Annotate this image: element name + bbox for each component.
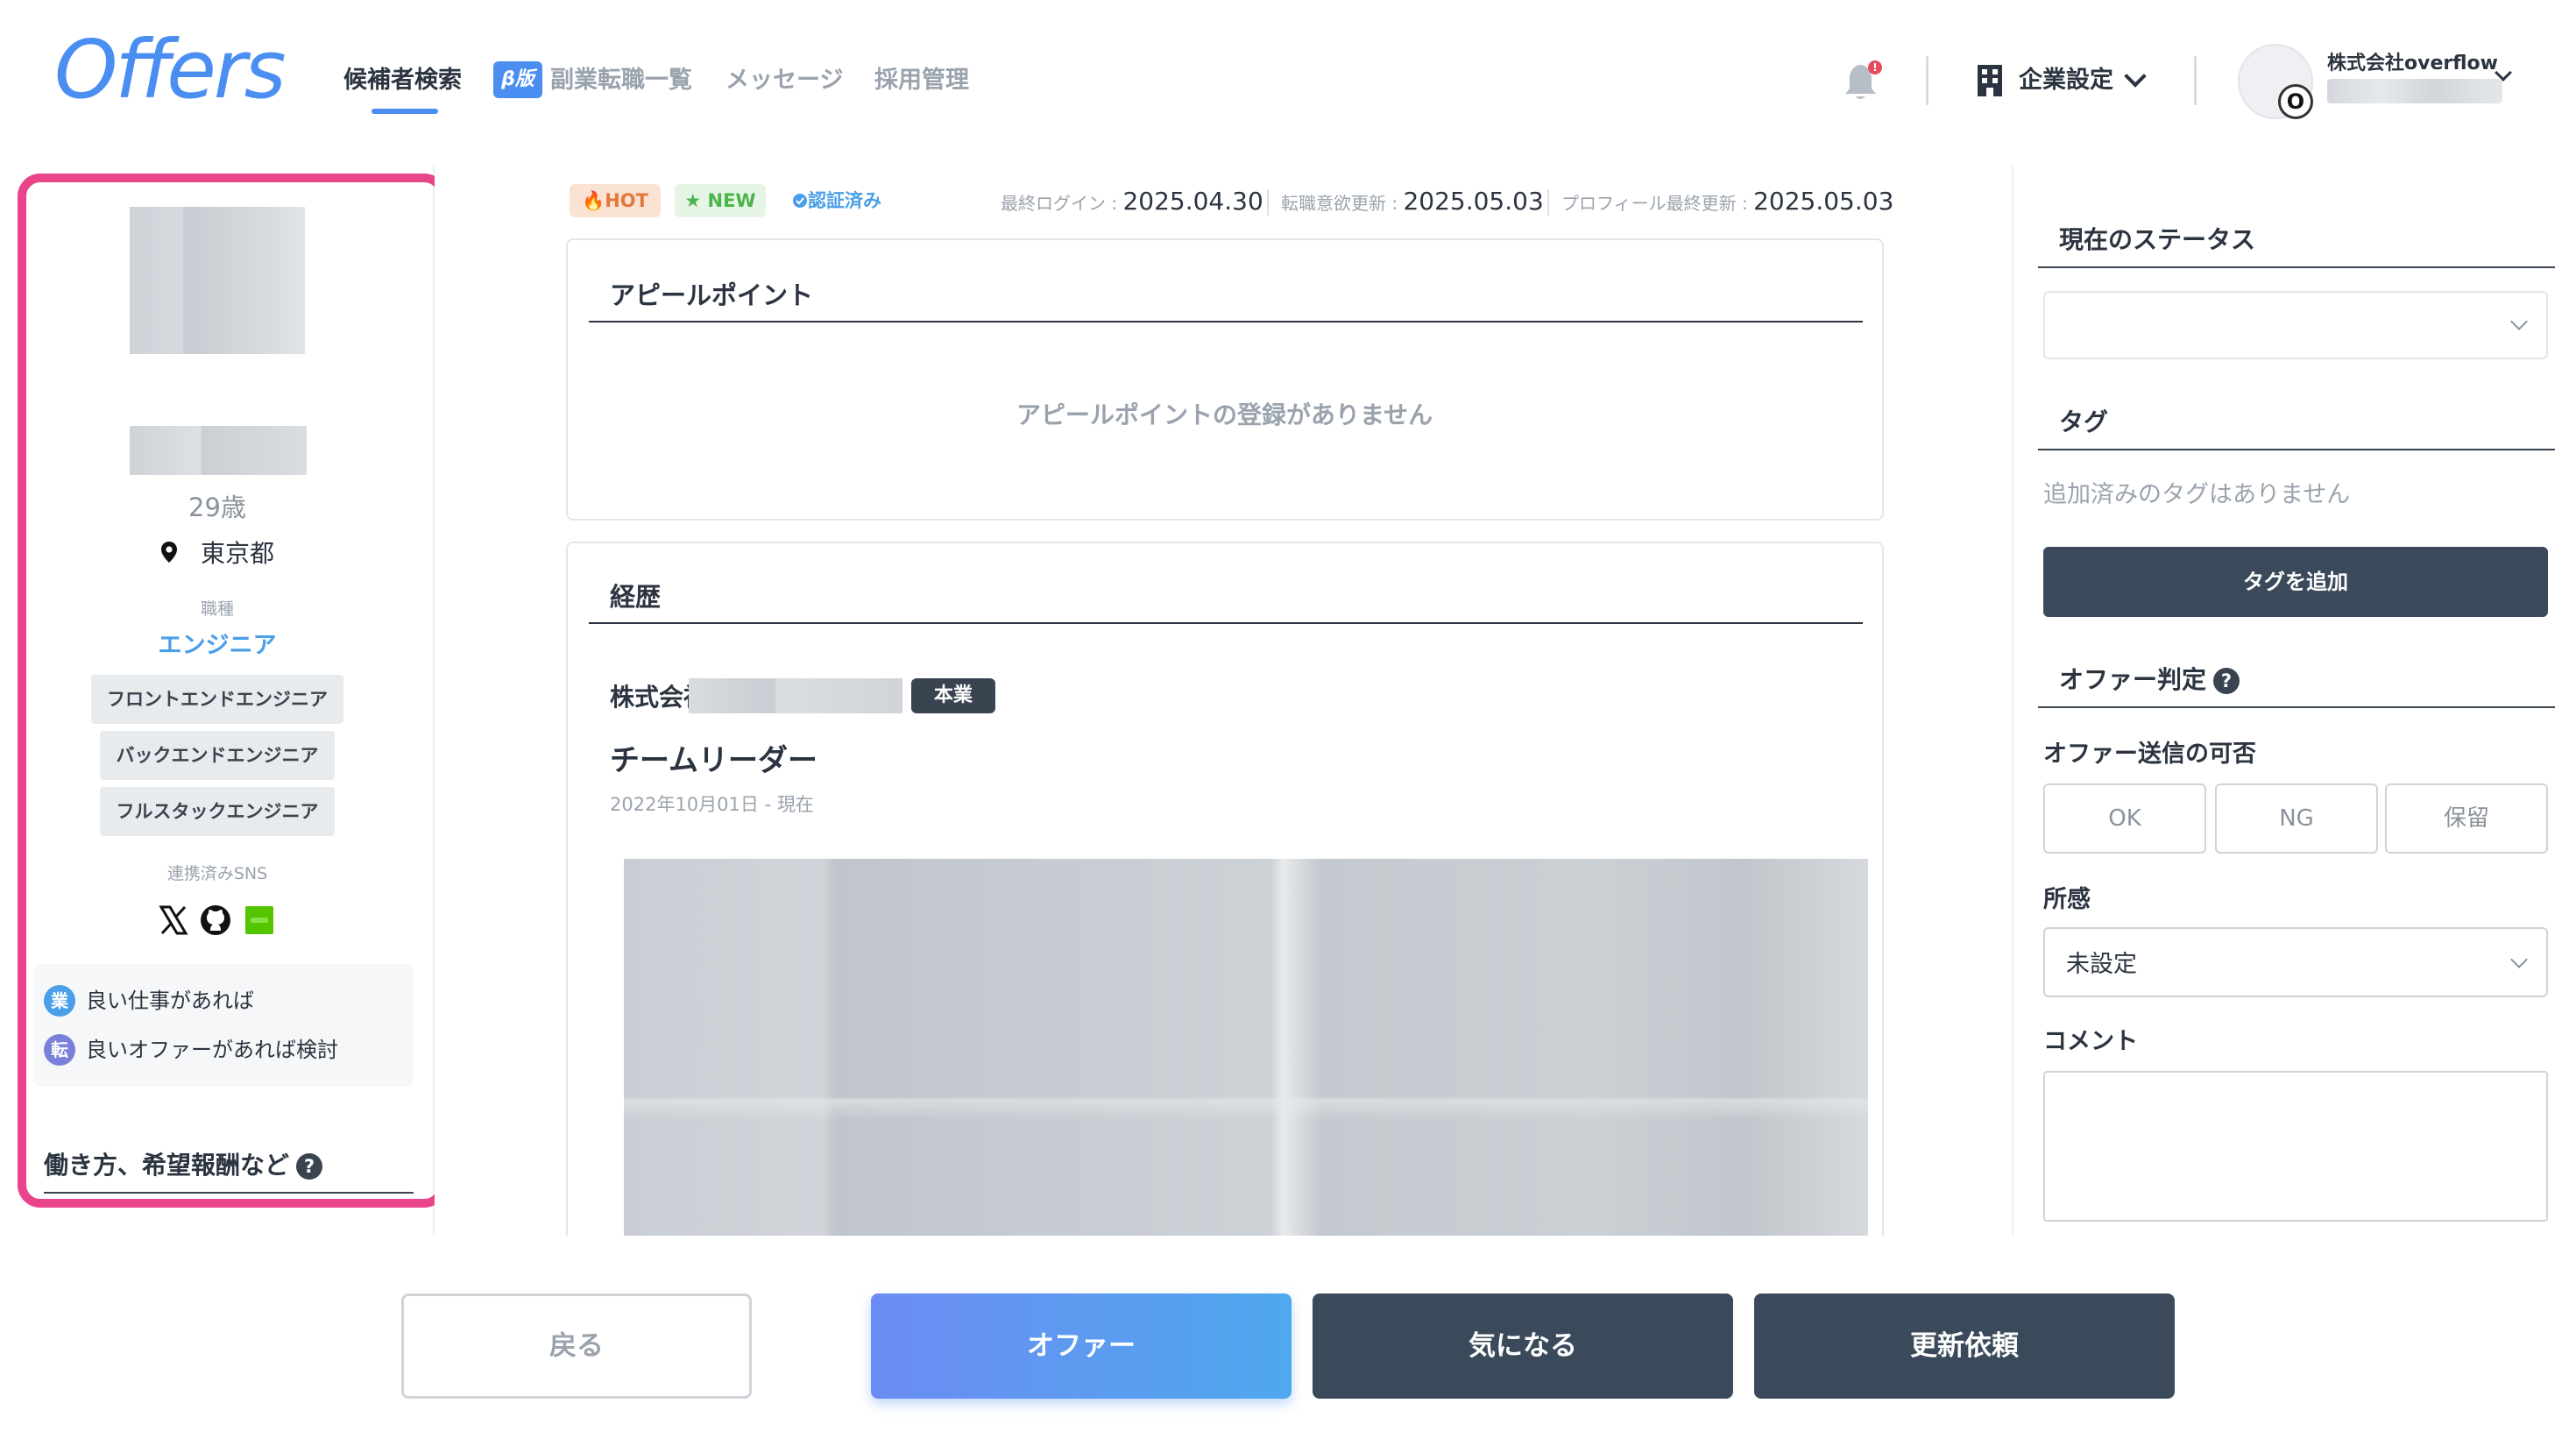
intent-updated-label: 転職意欲更新 : [1281, 193, 1404, 214]
meta-divider [1267, 189, 1269, 216]
offers-logo[interactable]: Offers [54, 30, 287, 110]
appeal-empty-message: アピールポイントの登録がありません [1016, 400, 1433, 429]
offer-judge-heading: オファー判定? [2059, 661, 2240, 696]
interested-button[interactable]: 気になる [1313, 1294, 1733, 1399]
notification-badge: ! [1872, 61, 1877, 74]
tag-empty-message: 追加済みのタグはありません [2043, 481, 2351, 508]
ng-button[interactable]: NG [2215, 783, 2378, 854]
add-tag-button[interactable]: タグを追加 [2043, 547, 2548, 617]
nav-side-job-list[interactable]: 副業転職一覧 [550, 63, 692, 98]
intent-updated: 転職意欲更新 : 2025.05.03 [1281, 186, 1544, 219]
help-icon[interactable]: ? [2213, 668, 2240, 694]
hold-button[interactable]: 保留 [2385, 783, 2548, 854]
history-title: 経歴 [610, 582, 662, 612]
hot-badge-label: HOT [605, 190, 648, 211]
header-divider [2194, 56, 2197, 105]
company-name-blurred [689, 678, 902, 713]
nav-candidate-search[interactable]: 候補者検索 [343, 63, 462, 98]
verified-badge: 認証済み [780, 184, 894, 217]
comment-textarea[interactable] [2043, 1071, 2548, 1222]
employment-type-badge: 本業 [911, 678, 995, 713]
last-login-label: 最終ログイン : [1001, 193, 1123, 214]
update-request-button[interactable]: 更新依頼 [1754, 1294, 2175, 1399]
nav-recruitment[interactable]: 採用管理 [874, 63, 969, 98]
chevron-down-icon[interactable] [2124, 65, 2147, 88]
verified-badge-label: 認証済み [808, 190, 881, 211]
appeal-divider [589, 321, 1863, 322]
overflow-logo-icon: O [2278, 84, 2313, 119]
verified-check-icon [793, 194, 807, 208]
nav-active-indicator [372, 109, 438, 114]
new-badge: ★ NEW [675, 184, 766, 217]
meta-divider [1547, 189, 1549, 216]
job-role: チームリーダー [610, 743, 817, 778]
offer-button[interactable]: オファー [871, 1294, 1292, 1399]
offer-send-label: オファー送信の可否 [2043, 741, 2256, 768]
nav-messages[interactable]: メッセージ [725, 63, 843, 98]
employment-period: 2022年10月01日 - 現在 [610, 794, 814, 815]
company-settings-menu[interactable]: 企業設定 [2019, 63, 2113, 98]
new-badge-label: NEW [707, 190, 756, 211]
profile-updated: プロフィール最終更新 : 2025.05.03 [1561, 186, 1893, 219]
status-divider [2038, 266, 2555, 268]
beta-badge: β版 [493, 61, 542, 98]
highlight-frame [18, 174, 447, 1208]
impression-label: 所感 [2043, 886, 2091, 913]
offer-judge-title: オファー判定 [2059, 665, 2207, 694]
history-divider [589, 622, 1863, 624]
appeal-title: アピールポイント [610, 280, 814, 310]
header-divider [1926, 56, 1928, 105]
status-select[interactable] [2043, 291, 2548, 359]
profile-updated-value: 2025.05.03 [1753, 187, 1894, 216]
tag-divider [2038, 449, 2555, 450]
last-login: 最終ログイン : 2025.04.30 [1001, 186, 1263, 219]
back-button[interactable]: 戻る [401, 1294, 752, 1399]
ok-button[interactable]: OK [2043, 783, 2206, 854]
job-description-blurred [624, 859, 1868, 1255]
intent-updated-value: 2025.05.03 [1403, 187, 1544, 216]
status-title: 現在のステータス [2059, 225, 2256, 254]
offer-judge-divider [2038, 706, 2555, 708]
last-login-value: 2025.04.30 [1122, 187, 1263, 216]
tag-title: タグ [2059, 408, 2109, 436]
comment-label: コメント [2043, 1028, 2138, 1055]
bell-icon[interactable]: ! [1843, 60, 1883, 103]
user-name-blurred [2327, 79, 2502, 103]
hot-badge: 🔥HOT [570, 184, 661, 217]
profile-updated-label: プロフィール最終更新 : [1561, 193, 1754, 214]
building-icon [1978, 65, 2002, 96]
app-header: Offers 候補者検索 β版 副業転職一覧 メッセージ 採用管理 ! 企業設定… [0, 0, 2576, 165]
header-company-name: 株式会社overflow [2327, 53, 2498, 74]
impression-value: 未設定 [2066, 951, 2137, 978]
